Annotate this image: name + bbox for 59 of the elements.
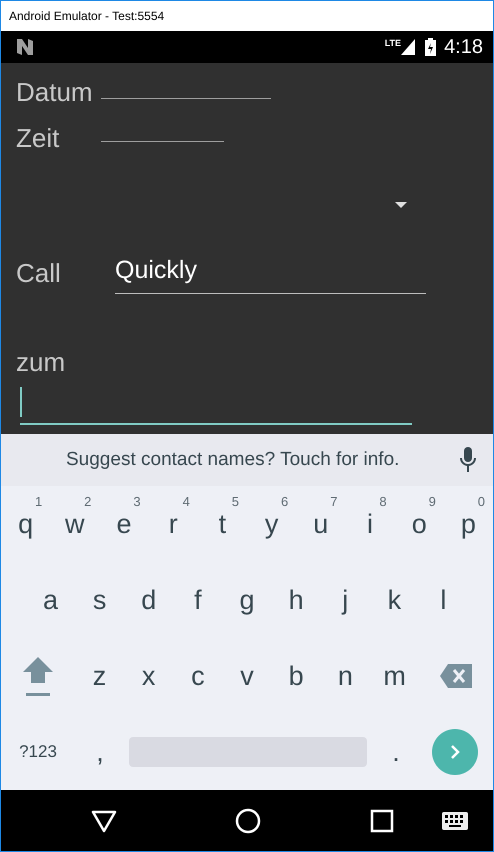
key-hint: 2 [84,493,92,511]
nougat-logo-icon [15,38,35,56]
keyboard-key[interactable]: c [173,638,222,714]
microphone-icon[interactable] [459,447,477,473]
field-label: Call [16,260,62,286]
input-field[interactable]: Quickly [115,252,426,294]
keyboard-key[interactable]: v [222,638,272,714]
keyboard-icon[interactable] [442,812,468,830]
keyboard-key[interactable]: n [320,638,370,714]
keyboard-key[interactable]: r 4 [148,486,198,562]
field-label: Datum [16,79,94,105]
backspace-icon [440,664,472,688]
keyboard-key[interactable]: g [222,562,272,638]
network-type-label: LTE [384,37,402,50]
keyboard-key[interactable]: e 3 [99,486,149,562]
window-title: Android Emulator - Test:5554 [9,8,164,25]
keyboard-key[interactable]: s [75,562,124,638]
keyboard-key[interactable]: . [371,714,421,790]
keyboard-key[interactable]: q 1 [1,486,50,562]
chevron-right-icon [450,745,460,759]
keyboard-key[interactable]: u 7 [296,486,346,562]
key-hint: 8 [379,493,387,511]
keyboard-key[interactable]: i 8 [345,486,395,562]
keyboard-key[interactable]: , [75,714,125,790]
keyboard-key[interactable]: p 0 [444,486,494,562]
key-hint: 0 [478,493,486,511]
recents-icon[interactable] [369,808,395,834]
key-hint: 5 [232,493,240,511]
text-cursor [20,387,22,417]
key-hint: 4 [182,493,190,511]
clock-time: 4:18 [444,35,483,60]
key-hint: 1 [34,493,42,511]
key-hint: 7 [330,493,338,511]
key-hint: 3 [133,493,141,511]
home-icon[interactable] [235,808,261,834]
keyboard-key[interactable]: f [173,562,222,638]
shift-icon [22,655,54,697]
keyboard-key[interactable]: a [26,562,76,638]
keyboard-key[interactable]: o 9 [394,486,444,562]
keyboard-key[interactable]: z [74,638,124,714]
keyboard-key[interactable]: h [272,562,321,638]
keyboard-key[interactable]: w 2 [50,486,100,562]
keyboard-key[interactable]: x [124,638,174,714]
dropdown-arrow-icon[interactable] [395,202,407,208]
keyboard-key[interactable]: t 5 [198,486,248,562]
keyboard-key[interactable]: b [272,638,321,714]
keyboard-key[interactable]: d [124,562,174,638]
key-hint: 9 [428,493,436,511]
signal-icon [401,39,416,55]
keyboard-key[interactable]: y 6 [247,486,296,562]
battery-icon [425,38,436,56]
key-hint: 6 [280,493,288,511]
field-label: Zeit [16,125,60,151]
keyboard-key[interactable]: l [418,562,468,638]
field-label: zum [16,349,66,375]
keyboard-key[interactable]: k [370,562,419,638]
keyboard-key[interactable]: m [370,638,420,714]
keyboard-key[interactable]: j [320,562,370,638]
symbols-key[interactable]: ?123 [1,714,75,790]
